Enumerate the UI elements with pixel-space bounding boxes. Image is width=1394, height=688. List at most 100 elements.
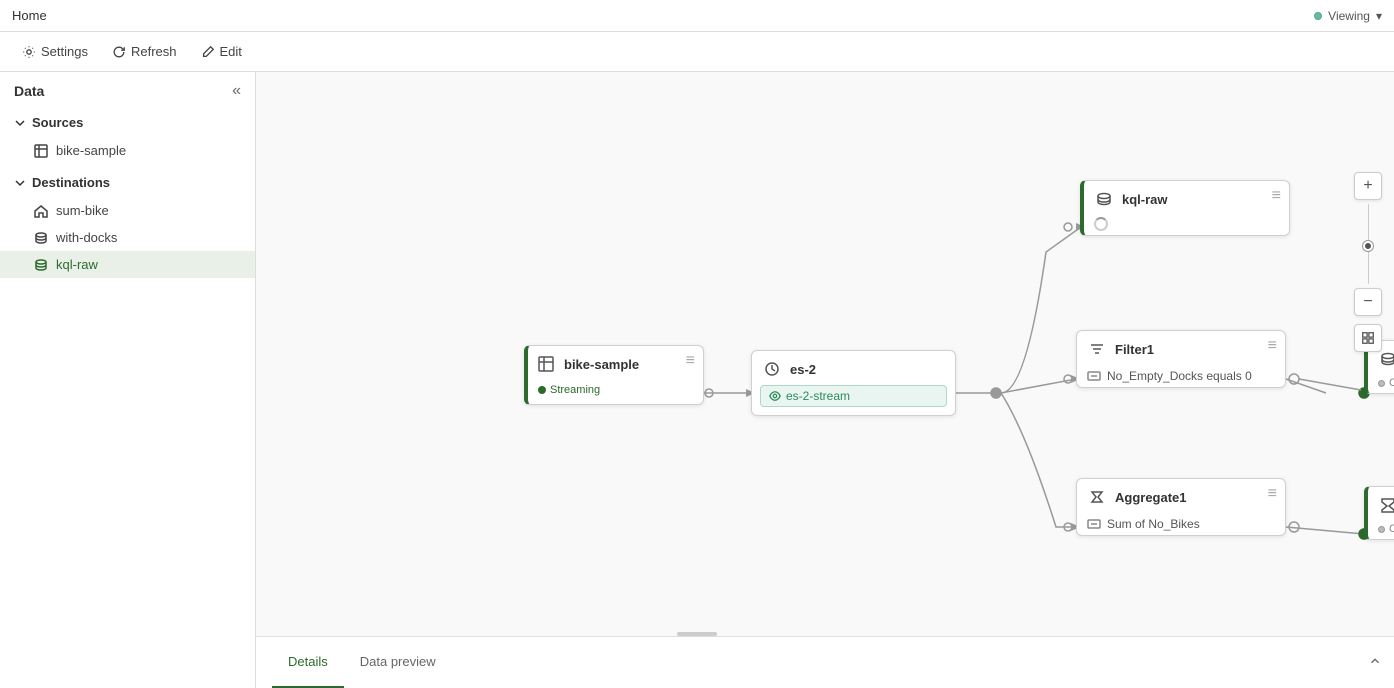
canvas-area[interactable]: bike-sample ≡ Streaming es-2 es-2-stream <box>256 72 1394 688</box>
sidebar-header: Data « <box>0 72 255 106</box>
es2-node-header: es-2 <box>752 351 955 385</box>
fit-icon <box>1361 331 1375 345</box>
zoom-in-label: + <box>1363 177 1372 195</box>
settings-button[interactable]: Settings <box>12 39 98 64</box>
collapse-icon <box>1368 654 1382 668</box>
bike-sample-node-header: bike-sample ≡ <box>528 346 703 380</box>
filter-row-icon <box>1087 369 1101 383</box>
bottom-panel: Details Data preview <box>256 636 1394 688</box>
streaming-label: Streaming <box>550 384 600 396</box>
sources-header[interactable]: Sources <box>0 108 255 137</box>
streaming-dot <box>538 386 546 394</box>
aggregate1-condition-text: Sum of No_Bikes <box>1107 517 1200 531</box>
toolbar: Settings Refresh Edit <box>0 32 1394 72</box>
kql-raw-node-title: kql-raw <box>1122 192 1168 207</box>
aggregate1-condition: Sum of No_Bikes <box>1077 513 1285 535</box>
aggregate1-menu[interactable]: ≡ <box>1268 485 1277 503</box>
fit-view-button[interactable] <box>1354 324 1382 352</box>
sum-bike-status: Created <box>1389 523 1394 535</box>
with-docks-created: Created <box>1368 375 1394 393</box>
sum-bike-node-header: sum-bike ≡ <box>1368 487 1394 521</box>
tab-data-preview-label: Data preview <box>360 654 436 669</box>
refresh-label: Refresh <box>131 44 177 59</box>
kql-loading-spinner <box>1094 217 1108 231</box>
destinations-header[interactable]: Destinations <box>0 168 255 197</box>
sum-bike-icon <box>1378 495 1394 515</box>
home-icon <box>34 204 48 218</box>
sum-bike-label: sum-bike <box>56 203 109 218</box>
refresh-icon <box>112 45 126 59</box>
edit-label: Edit <box>220 44 242 59</box>
filter1-condition: No_Empty_Docks equals 0 <box>1077 365 1285 387</box>
filter1-condition-text: No_Empty_Docks equals 0 <box>1107 369 1252 383</box>
destinations-label: Destinations <box>32 175 110 190</box>
sources-label: Sources <box>32 115 83 130</box>
destinations-section: Destinations sum-bike with-docks kql-raw <box>0 166 255 280</box>
sum-bike-created: Created <box>1368 521 1394 539</box>
aggregate-row-icon <box>1087 517 1101 531</box>
aggregate1-node[interactable]: Aggregate1 ≡ Sum of No_Bikes <box>1076 478 1286 536</box>
created-dot <box>1378 380 1385 387</box>
sidebar-title: Data <box>14 83 44 99</box>
sidebar-item-sum-bike[interactable]: sum-bike <box>0 197 255 224</box>
filter1-node-header: Filter1 ≡ <box>1077 331 1285 365</box>
sidebar: Data « Sources bike-sample Destinations … <box>0 72 256 688</box>
edit-icon <box>201 45 215 59</box>
refresh-button[interactable]: Refresh <box>102 39 187 64</box>
bike-sample-icon <box>536 354 556 374</box>
settings-label: Settings <box>41 44 88 59</box>
bike-sample-node[interactable]: bike-sample ≡ Streaming <box>524 345 704 405</box>
es2-stream-tag: es-2-stream <box>760 385 947 407</box>
sum-bike-created-dot <box>1378 526 1385 533</box>
filter1-node[interactable]: Filter1 ≡ No_Empty_Docks equals 0 <box>1076 330 1286 388</box>
tab-details-label: Details <box>288 654 328 669</box>
with-docks-status: Created <box>1389 377 1394 389</box>
sidebar-item-kql-raw[interactable]: kql-raw <box>0 251 255 278</box>
bottom-collapse-button[interactable] <box>1356 654 1394 671</box>
sources-section: Sources bike-sample <box>0 106 255 166</box>
zoom-thumb <box>1363 241 1373 251</box>
kql-raw-menu[interactable]: ≡ <box>1272 187 1281 205</box>
edit-button[interactable]: Edit <box>191 39 252 64</box>
collapse-button[interactable]: « <box>232 82 241 100</box>
zoom-slider[interactable] <box>1368 204 1369 284</box>
database-icon <box>34 231 48 245</box>
viewing-badge[interactable]: Viewing ▾ <box>1314 9 1382 23</box>
kql-raw-sidebar-label: kql-raw <box>56 257 98 272</box>
with-docks-label: with-docks <box>56 230 117 245</box>
bike-sample-label: bike-sample <box>56 143 126 158</box>
chevron-down-icon <box>14 117 26 129</box>
viewing-arrow: ▾ <box>1376 9 1382 23</box>
es2-node[interactable]: es-2 es-2-stream <box>751 350 956 416</box>
bottom-tabs: Details Data preview <box>256 637 468 688</box>
viewing-label: Viewing <box>1328 9 1370 23</box>
with-docks-icon <box>1378 349 1394 369</box>
es2-node-title: es-2 <box>790 362 816 377</box>
stream-icon <box>769 390 781 402</box>
chevron-down-icon-2 <box>14 177 26 189</box>
bike-sample-node-body: Streaming <box>528 380 703 404</box>
main-layout: Data « Sources bike-sample Destinations … <box>0 72 1394 688</box>
zoom-out-button[interactable]: − <box>1354 288 1382 316</box>
filter1-node-title: Filter1 <box>1115 342 1154 357</box>
top-bar: Home Viewing ▾ <box>0 0 1394 32</box>
settings-icon <box>22 45 36 59</box>
tab-data-preview[interactable]: Data preview <box>344 637 452 688</box>
zoom-in-button[interactable]: + <box>1354 172 1382 200</box>
database-icon-2 <box>34 258 48 272</box>
zoom-controls: + − <box>1354 172 1382 352</box>
sum-bike-node[interactable]: sum-bike ≡ Created <box>1364 486 1394 540</box>
table-icon <box>34 144 48 158</box>
page-title: Home <box>12 8 47 23</box>
bike-sample-menu[interactable]: ≡ <box>686 352 695 370</box>
kql-raw-node-header: kql-raw ≡ <box>1084 181 1289 215</box>
kql-raw-icon <box>1094 189 1114 209</box>
sidebar-item-with-docks[interactable]: with-docks <box>0 224 255 251</box>
es2-stream-label: es-2-stream <box>786 389 850 403</box>
kql-raw-node[interactable]: kql-raw ≡ <box>1080 180 1290 236</box>
viewing-dot <box>1314 12 1322 20</box>
tab-details[interactable]: Details <box>272 637 344 688</box>
filter1-menu[interactable]: ≡ <box>1268 337 1277 355</box>
sidebar-item-bike-sample[interactable]: bike-sample <box>0 137 255 164</box>
filter1-icon <box>1087 339 1107 359</box>
